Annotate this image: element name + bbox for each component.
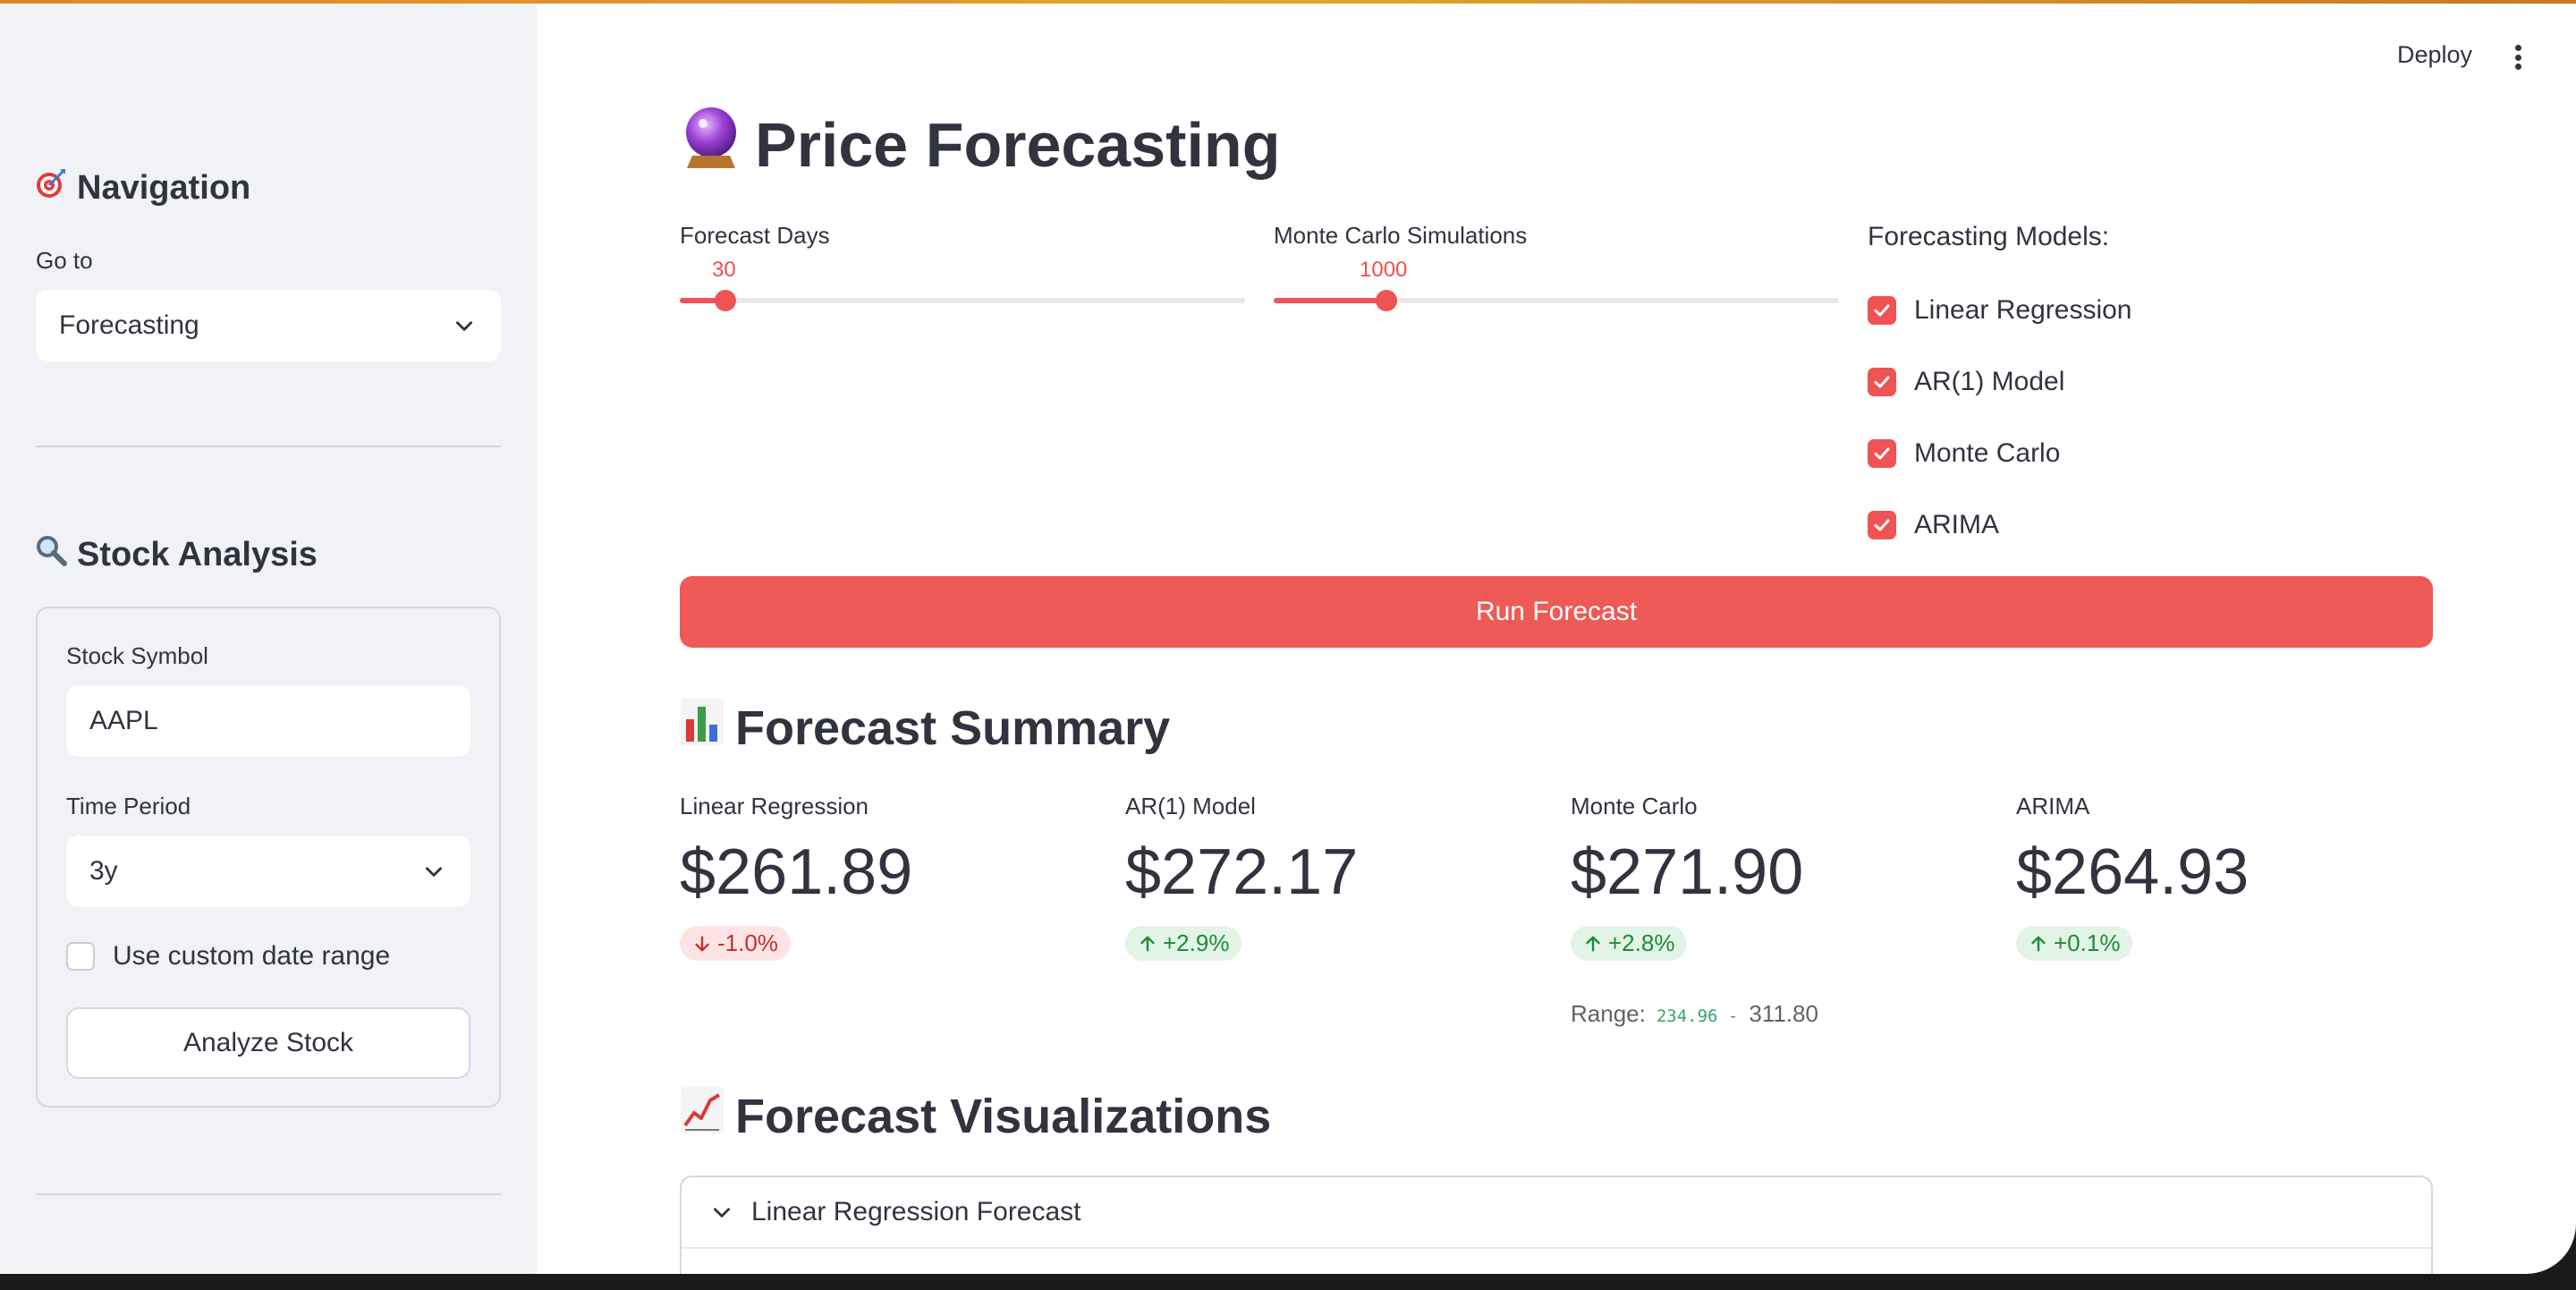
page-select-value: Forecasting xyxy=(59,310,199,340)
symbol-label: Stock Symbol xyxy=(66,642,208,669)
checkbox-checked[interactable] xyxy=(1868,296,1896,325)
range-label: Range: xyxy=(1571,1000,1646,1027)
check-icon xyxy=(1874,304,1890,317)
forecast-summary-heading: Forecast Summary xyxy=(680,698,1170,758)
metric-ar1: AR(1) Model $272.17 +2.9% xyxy=(1125,793,1555,961)
model-label: AR(1) Model xyxy=(1914,367,2065,396)
forecast-days-label: Forecast Days xyxy=(680,222,830,249)
line-chart-icon xyxy=(680,1086,724,1146)
metric-delta-text: +2.8% xyxy=(1608,929,1675,956)
page-title: Price Forecasting xyxy=(680,106,1280,184)
range-high: 311.80 xyxy=(1749,1000,1818,1027)
magnifier-icon xyxy=(34,533,68,576)
range-low: 234.96 - xyxy=(1656,1006,1739,1026)
forecast-days-track[interactable] xyxy=(680,298,1245,303)
forecast-days-thumb[interactable] xyxy=(715,290,736,311)
metric-value: $272.17 xyxy=(1125,836,1359,908)
stock-analysis-heading-text: Stock Analysis xyxy=(77,535,318,573)
target-icon xyxy=(34,166,68,209)
arrow-down-icon xyxy=(695,935,709,952)
model-label: Linear Regression xyxy=(1914,295,2132,325)
checkbox-checked[interactable] xyxy=(1868,439,1896,468)
top-status-line xyxy=(0,0,2576,4)
model-label: ARIMA xyxy=(1914,510,2000,539)
monte-carlo-range: Range: 234.96 - 311.80 xyxy=(1571,1000,1818,1028)
expander-label: Linear Regression Forecast xyxy=(751,1197,1081,1226)
model-checkbox-linear-regression[interactable]: Linear Regression xyxy=(1868,295,2131,326)
monte-carlo-sims-thumb[interactable] xyxy=(1376,290,1397,311)
analyze-stock-button[interactable]: Analyze Stock xyxy=(66,1007,470,1079)
model-label: Monte Carlo xyxy=(1914,438,2061,468)
sidebar-divider xyxy=(36,446,501,447)
page-title-text: Price Forecasting xyxy=(755,110,1281,180)
linear-regression-expander: Linear Regression Forecast xyxy=(680,1175,2433,1274)
checkbox-checked[interactable] xyxy=(1868,511,1896,539)
model-checkbox-arima[interactable]: ARIMA xyxy=(1868,510,1999,540)
bar-chart-icon xyxy=(680,698,724,758)
metric-delta: +2.9% xyxy=(1125,926,1242,961)
period-select[interactable]: 3y xyxy=(66,836,470,907)
monte-carlo-sims-label: Monte Carlo Simulations xyxy=(1274,222,1528,249)
arrow-up-icon xyxy=(1140,935,1155,952)
custom-range-checkbox[interactable]: Use custom date range xyxy=(66,941,390,972)
chevron-down-icon xyxy=(426,867,442,877)
metric-value: $264.93 xyxy=(2016,836,2250,908)
metric-delta-text: -1.0% xyxy=(717,929,778,956)
sidebar-divider xyxy=(36,1193,501,1195)
metric-value: $271.90 xyxy=(1571,836,1804,908)
metric-arima: ARIMA $264.93 +0.1% xyxy=(2016,793,2445,961)
expander-header[interactable]: Linear Regression Forecast xyxy=(682,1177,2431,1249)
metric-label: ARIMA xyxy=(2016,793,2090,819)
symbol-input[interactable]: AAPL xyxy=(66,685,470,757)
period-select-value: 3y xyxy=(89,856,118,886)
forecast-summary-heading-text: Forecast Summary xyxy=(735,700,1171,755)
metric-delta: +2.8% xyxy=(1571,926,1688,961)
metric-label: AR(1) Model xyxy=(1125,793,1256,819)
metric-label: Linear Regression xyxy=(680,793,869,819)
app-window: Navigation Go to Forecasting Stock Analy… xyxy=(0,0,2576,1274)
sidebar: Navigation Go to Forecasting Stock Analy… xyxy=(0,0,537,1274)
forecast-visualizations-heading-text: Forecast Visualizations xyxy=(735,1089,1272,1143)
checkbox-checked[interactable] xyxy=(1868,368,1896,396)
metric-delta: +0.1% xyxy=(2016,926,2133,961)
navigation-heading-text: Navigation xyxy=(77,168,251,207)
forecast-visualizations-heading: Forecast Visualizations xyxy=(680,1086,1271,1146)
chevron-down-icon xyxy=(714,1208,730,1218)
check-icon xyxy=(1874,376,1890,388)
page-select[interactable]: Forecasting xyxy=(36,290,501,361)
kebab-menu-icon[interactable] xyxy=(2504,39,2531,75)
crystal-ball-icon xyxy=(680,106,742,184)
arrow-up-icon xyxy=(2031,935,2046,952)
model-checkbox-ar1[interactable]: AR(1) Model xyxy=(1868,367,2064,397)
chevron-down-icon xyxy=(456,321,472,331)
check-icon xyxy=(1874,447,1890,460)
goto-label: Go to xyxy=(36,247,93,274)
metric-linear-regression: Linear Regression $261.89 -1.0% xyxy=(680,793,1109,961)
metric-value: $261.89 xyxy=(680,836,913,908)
model-checkbox-monte-carlo[interactable]: Monte Carlo xyxy=(1868,438,2060,469)
forecast-days-value: 30 xyxy=(712,258,736,282)
arrow-up-icon xyxy=(1586,935,1600,952)
check-icon xyxy=(1874,519,1890,531)
monte-carlo-sims-fill xyxy=(1274,298,1386,303)
checkbox-box[interactable] xyxy=(66,942,95,971)
metric-delta-text: +2.9% xyxy=(1163,929,1230,956)
metric-delta-text: +0.1% xyxy=(2054,929,2121,956)
period-label: Time Period xyxy=(66,793,191,819)
metric-label: Monte Carlo xyxy=(1571,793,1698,819)
monte-carlo-sims-value: 1000 xyxy=(1360,258,1408,282)
run-forecast-button[interactable]: Run Forecast xyxy=(680,576,2433,648)
navigation-heading: Navigation xyxy=(34,166,250,209)
stock-form: Stock Symbol AAPL Time Period 3y Use cus… xyxy=(36,607,501,1108)
metric-monte-carlo: Monte Carlo $271.90 +2.8% xyxy=(1571,793,2000,961)
metric-delta: -1.0% xyxy=(680,926,791,961)
models-label: Forecasting Models: xyxy=(1868,222,2110,251)
stock-analysis-heading: Stock Analysis xyxy=(34,533,318,576)
deploy-button[interactable]: Deploy xyxy=(2397,41,2472,69)
custom-range-label: Use custom date range xyxy=(113,941,391,971)
